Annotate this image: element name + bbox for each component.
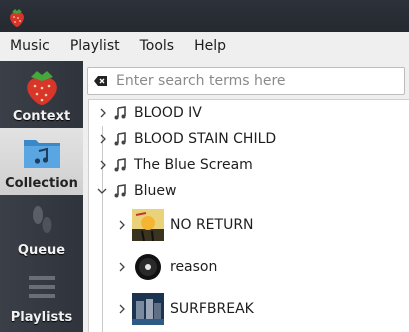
album-name: SURFBREAK [170,301,254,317]
sidebar-item-queue[interactable]: Queue [0,195,83,262]
chevron-right-icon[interactable] [116,219,128,231]
tree-row-artist[interactable]: The Blue Scream [89,152,409,178]
footprints-icon [32,206,51,233]
clear-search-icon[interactable] [94,75,108,87]
collection-pane: BLOOD IV BLOOD STAIN CHILD The Blue Scre… [83,61,409,332]
sidebar-item-label: Playlists [10,310,73,325]
sidebar-item-label: Queue [17,243,66,258]
tree-row-album[interactable]: reason [89,246,409,288]
folder-music-icon [23,140,60,168]
sidebar: Context Collection Queue Playlists [0,61,83,332]
artist-name: BLOOD STAIN CHILD [134,131,277,147]
sidebar-item-collection[interactable]: Collection [0,128,83,195]
tree-row-artist[interactable]: Bluew [89,178,409,204]
artist-name: The Blue Scream [134,157,253,173]
sidebar-item-context[interactable]: Context [0,61,83,128]
menu-bar: Music Playlist Tools Help [0,32,409,61]
menu-tools[interactable]: Tools [130,32,185,61]
tree-row-album[interactable]: NO RETURN [89,204,409,246]
album-cover-surfbreak [132,293,164,325]
chevron-right-icon[interactable] [97,107,109,119]
chevron-down-icon[interactable] [96,185,108,197]
album-cover-reason [132,251,164,283]
search-input[interactable] [116,73,404,89]
music-note-icon [114,158,126,172]
menu-playlist[interactable]: Playlist [60,32,130,61]
album-cover-no-return [132,209,164,241]
tree-row-album[interactable]: SURFBREAK [89,288,409,330]
strawberry-logo-icon [10,9,24,27]
artist-name: Bluew [134,183,177,199]
album-name: NO RETURN [170,217,254,233]
chevron-right-icon[interactable] [97,159,109,171]
collection-tree[interactable]: BLOOD IV BLOOD STAIN CHILD The Blue Scre… [88,99,409,332]
artist-name: BLOOD IV [134,105,202,121]
music-note-icon [114,184,126,198]
search-box [87,67,405,95]
title-bar [0,0,409,32]
music-note-icon [114,132,126,146]
chevron-right-icon[interactable] [97,133,109,145]
chevron-right-icon[interactable] [116,303,128,315]
menu-help[interactable]: Help [184,32,236,61]
tree-row-artist[interactable]: BLOOD IV [89,100,409,126]
sidebar-item-label: Collection [5,176,78,191]
list-icon [28,276,55,298]
music-note-icon [114,106,126,120]
tree-row-artist[interactable]: BLOOD STAIN CHILD [89,126,409,152]
strawberry-icon [26,71,57,105]
sidebar-item-playlists[interactable]: Playlists [0,262,83,329]
menu-music[interactable]: Music [0,32,60,61]
sidebar-item-label: Context [12,109,71,124]
chevron-right-icon[interactable] [116,261,128,273]
album-name: reason [170,259,218,275]
